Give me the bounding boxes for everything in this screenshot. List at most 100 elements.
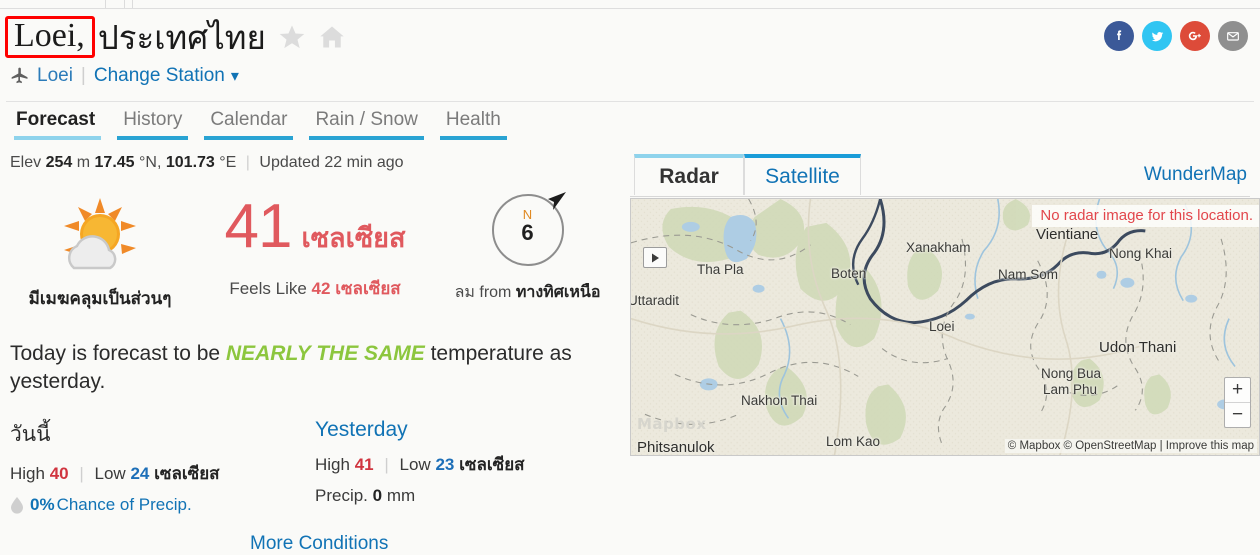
tab-history[interactable]: History [109,109,196,140]
no-radar-message: No radar image for this location. [1032,205,1259,227]
elevation-value: 254 [45,154,73,171]
today-high-label: High [10,463,45,483]
station-info-line: Elev 254 m 17.45 °N, 101.73 °E | Updated… [10,154,620,172]
info-divider: | [245,154,250,171]
change-station-button[interactable]: Change Station [94,65,225,87]
email-share-icon[interactable] [1218,21,1248,51]
today-column: วันนี้ High 40 | Low 24 เซลเซียส 0% Chan… [10,418,315,515]
forecast-summary: Today is forecast to be NEARLY THE SAME … [10,340,600,395]
city-highlight-box: Loei, [5,16,95,58]
feels-like-label: Feels Like [229,279,307,298]
tab-underline [439,136,507,140]
day-comparison: วันนี้ High 40 | Low 24 เซลเซียส 0% Chan… [10,418,620,515]
wind-block: N 6 ลม from ทางทิศเหนือ [440,192,615,305]
tab-calendar[interactable]: Calendar [196,109,301,140]
high-low-divider: | [384,454,389,474]
facebook-share-icon[interactable] [1104,21,1134,51]
tab-health[interactable]: Health [432,109,515,140]
yesterday-low-label: Low [399,454,431,474]
map-city-label: Nam Som [998,267,1059,282]
longitude-unit: °E [219,154,237,171]
primary-tabs: Forecast History Calendar Rain / Snow He… [6,101,1254,140]
yesterday-precip-line: Precip. 0 mm [315,486,620,506]
map-column: Radar Satellite WunderMap Tha Pla Boten … [630,154,1260,456]
tab-calendar-label: Calendar [210,109,288,130]
wind-speed-value: 6 [521,220,534,245]
map-city-label: Boten [831,266,867,281]
yesterday-title[interactable]: Yesterday [315,418,620,442]
more-conditions-link[interactable]: More Conditions [250,533,620,555]
social-share-group [1104,21,1248,51]
tab-underline [14,136,102,140]
map-city-label: Vientiane [1036,226,1099,243]
map-city-label: Loei [929,319,955,334]
longitude-value: 101.73 [165,154,215,171]
tab-satellite[interactable]: Satellite [744,154,861,195]
twitter-share-icon[interactable] [1142,21,1172,51]
tab-forecast[interactable]: Forecast [6,109,109,140]
today-precip-percent: 0% [30,494,55,514]
latitude-value: 17.45 [94,154,135,171]
condition-text: มีเมฆคลุมเป็นส่วนๆ [28,289,172,309]
temperature-unit: เซลเซียส [301,223,406,254]
map-city-label: Phitsanulok [637,439,715,456]
tab-satellite-label: Satellite [765,164,840,188]
zoom-in-button[interactable]: + [1225,378,1250,403]
map-city-label: Udon Thani [1099,339,1177,356]
tab-forecast-label: Forecast [16,109,96,130]
tab-rain-snow-label: Rain / Snow [315,109,418,130]
page-title-city: Loei, [14,17,85,54]
station-divider: | [80,65,86,86]
page-header: Loei, ประเทศไทย Loei | Change Station ▾ [0,9,1260,101]
yesterday-high-low: High 41 | Low 23 เซลเซียส [315,451,620,478]
yesterday-high-value: 41 [354,454,374,474]
yesterday-column: Yesterday High 41 | Low 23 เซลเซียส Prec… [315,418,620,515]
google-plus-share-icon[interactable] [1180,21,1210,51]
map-tabs: Radar Satellite WunderMap [630,154,1250,197]
wind-compass: N 6 [491,192,566,266]
yesterday-temp-unit: เซลเซียส [459,454,525,475]
chevron-down-icon[interactable]: ▾ [231,66,239,86]
temperature-block: 41 เซลเซียส Feels Like 42 เซลเซียส [190,194,440,302]
tab-radar[interactable]: Radar [634,154,744,195]
radar-map[interactable]: Tha Pla Boten Xanakham Uttaradit Vientiane No… [630,198,1260,456]
nav-divider [132,0,133,8]
today-high-value: 40 [49,463,69,483]
forecast-summary-emphasis: NEARLY THE SAME [225,342,425,366]
nav-divider [124,0,125,8]
home-icon[interactable] [318,23,346,51]
weather-page: Loei, ประเทศไทย Loei | Change Station ▾ … [0,9,1260,554]
star-icon[interactable] [278,23,306,51]
airplane-icon [10,66,30,86]
map-city-label: Nong Bua [1041,366,1102,381]
wind-from-label: from [479,284,512,301]
today-precip-line[interactable]: 0% Chance of Precip. [10,495,315,515]
tab-underline [309,136,424,140]
map-attribution[interactable]: © Mapbox © OpenStreetMap | Improve this … [1004,439,1257,453]
map-city-label: Uttaradit [630,293,680,308]
yesterday-precip-unit: mm [386,485,416,505]
updated-time: Updated 22 min ago [259,154,404,171]
yesterday-high-label: High [315,454,350,474]
forecast-summary-before: Today is forecast to be [10,342,221,366]
feels-like-unit: เซลเซียส [335,279,401,299]
current-temperature: 41 [224,192,293,261]
today-temp-unit: เซลเซียส [154,463,220,484]
zoom-out-button[interactable]: − [1225,403,1250,427]
map-zoom-controls: + − [1224,377,1251,428]
map-city-label: Lam Phu [1043,382,1098,397]
tab-rain-snow[interactable]: Rain / Snow [301,109,431,140]
play-icon[interactable] [643,247,667,268]
yesterday-precip-value: 0 [372,485,383,505]
map-city-label: Tha Pla [697,262,744,277]
today-low-value: 24 [130,463,150,483]
station-link[interactable]: Loei [37,65,73,87]
map-city-label: Lom Kao [826,434,881,449]
current-conditions: มีเมฆคลุมเป็นส่วนๆ 41 เซลเซียส Feels Lik… [10,192,620,310]
wind-direction: ทางทิศเหนือ [515,282,601,301]
tab-radar-label: Radar [659,164,719,188]
feels-like-value: 42 [311,279,331,298]
wind-description: ลม from ทางทิศเหนือ [440,280,615,305]
wundermap-link[interactable]: WunderMap [1144,164,1247,186]
map-city-label: Xanakham [906,240,971,255]
